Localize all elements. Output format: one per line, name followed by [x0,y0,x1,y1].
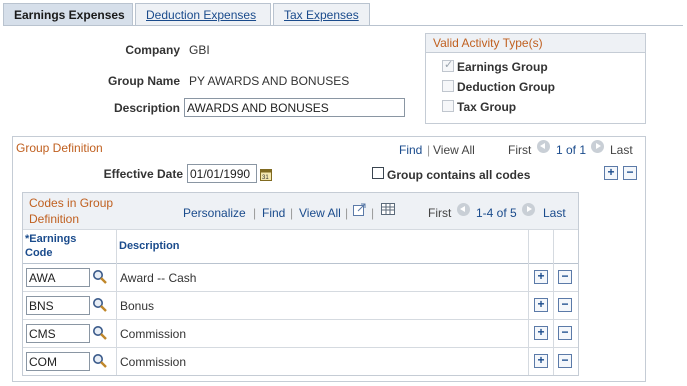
lookup-icon[interactable] [92,269,108,285]
earnings-description: Commission [120,327,187,341]
lookup-icon[interactable] [92,353,108,369]
tax-group-label: Tax Group [457,100,517,114]
grid-col-divider-2 [528,229,529,375]
group-def-find-link[interactable]: Find [399,143,422,157]
col-code-header-line2: Code [25,247,53,259]
group-name-label: Group Name [107,74,180,88]
calendar-icon[interactable]: 31 [260,168,272,181]
download-grid-icon[interactable] [381,203,395,215]
earnings-code-field[interactable]: BNS [26,296,90,315]
tab-deduction-expenses[interactable]: Deduction Expenses [135,3,271,25]
deduction-group-label: Deduction Group [457,80,555,94]
codes-sep-1: | [253,206,257,220]
codes-find-link[interactable]: Find [262,206,285,220]
all-codes-label: Group contains all codes [387,168,531,182]
earnings-code-field[interactable]: AWA [26,268,90,287]
grid-header-top-line [23,229,578,230]
codes-range: 1-4 of 5 [476,206,517,220]
valid-activity-title: Valid Activity Type(s) [433,36,543,50]
company-label: Company [125,43,180,57]
col-code-header-line1: *Earnings [25,233,77,245]
delete-row-button[interactable]: − [558,326,572,340]
delete-row-button[interactable]: − [558,298,572,312]
codes-grid-title-line1: Codes in Group [29,196,114,210]
earnings-description: Commission [120,355,187,369]
all-codes-checkbox[interactable] [372,167,384,179]
codes-next-icon[interactable] [522,203,535,216]
earnings-group-label: Earnings Group [457,60,548,74]
codes-last-link[interactable]: Last [543,206,566,220]
effective-date-field[interactable]: 01/01/1990 [187,164,257,183]
codes-prev-icon[interactable] [457,203,470,216]
codes-sep-4: | [371,206,375,220]
tax-group-checkbox[interactable] [442,100,454,112]
add-row-button[interactable]: + [534,270,548,284]
lookup-icon[interactable] [92,297,108,313]
codes-first: First [428,206,452,220]
row-divider [23,319,578,320]
earnings-code-field[interactable]: CMS [26,324,90,343]
add-row-button[interactable]: + [534,354,548,368]
group-def-view-all[interactable]: View All [433,143,475,157]
lookup-icon[interactable] [92,325,108,341]
group-def-separator: | [427,143,431,157]
earnings-description: Bonus [120,299,155,313]
col-description-header: Description [119,240,180,252]
add-row-button[interactable]: + [534,326,548,340]
codes-sep-2: | [290,206,294,220]
delete-row-button[interactable]: − [558,270,572,284]
codes-grid-title-line2: Definition [29,212,80,226]
row-divider [23,291,578,292]
grid-header-bottom-line [23,263,578,264]
earnings-code-field[interactable]: COM [26,352,90,371]
group-def-last: Last [610,143,633,157]
group-def-first: First [508,143,532,157]
tab-divider [3,25,683,26]
delete-row-button[interactable]: − [558,354,572,368]
personalize-link[interactable]: Personalize [183,206,246,220]
codes-sep-3: | [345,206,349,220]
tab-tax-expenses[interactable]: Tax Expenses [273,3,370,25]
grid-col-divider-3 [553,229,554,375]
add-effective-row-button[interactable]: + [604,166,618,180]
grid-col-divider-1 [116,229,117,375]
description-label: Description [113,101,180,115]
group-name-value: PY AWARDS AND BONUSES [189,74,350,88]
zoom-grid-icon[interactable] [353,203,367,216]
valid-activity-header: Valid Activity Type(s) [426,34,645,53]
delete-effective-row-button[interactable]: − [623,166,637,180]
svg-text:31: 31 [262,175,269,181]
tab-earnings-expenses[interactable]: Earnings Expenses [3,3,133,26]
earnings-group-checkbox[interactable] [442,58,454,72]
group-def-next-icon[interactable] [591,140,604,153]
description-field[interactable]: AWARDS AND BONUSES [184,98,405,117]
add-row-button[interactable]: + [534,298,548,312]
earnings-description: Award -- Cash [120,271,197,285]
group-def-range: 1 of 1 [556,143,587,157]
company-value: GBI [189,43,210,57]
effective-date-label: Effective Date [103,167,183,181]
row-divider [23,347,578,348]
group-def-prev-icon[interactable] [537,140,550,153]
deduction-group-checkbox[interactable] [442,80,454,92]
codes-view-all-link[interactable]: View All [299,206,341,220]
group-definition-title: Group Definition [16,141,103,155]
